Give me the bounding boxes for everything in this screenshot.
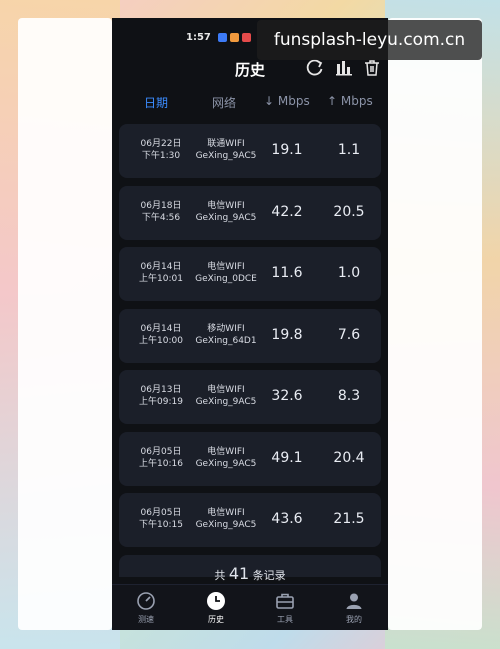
history-row[interactable]: 06月18日 下午4:56 电信WIFI GeXing_9AC5 42.2 20.5	[119, 185, 381, 240]
row-datetime: 06月14日 上午10:00	[131, 323, 191, 347]
tab-history[interactable]: 历史	[196, 591, 236, 625]
speedometer-icon	[136, 591, 156, 611]
row-date: 06月14日	[140, 323, 182, 334]
refresh-icon[interactable]	[305, 58, 325, 78]
row-upload: 1.0	[337, 265, 361, 281]
record-count-suffix: 条记录	[252, 569, 286, 582]
history-list: 06月22日 下午1:30 联通WIFI GeXing_9AC5 19.1 1.1 …	[119, 124, 381, 584]
row-datetime: 06月14日 上午10:01	[131, 261, 191, 285]
row-ssid: GeXing_9AC5	[195, 212, 257, 223]
row-network: 电信WIFI GeXing_9AC5	[191, 384, 261, 408]
row-upload: 7.6	[337, 326, 361, 343]
row-datetime: 06月18日 下午4:56	[131, 200, 191, 224]
record-count: 共 41 条记录	[112, 564, 388, 583]
nav-bar: 历史	[112, 56, 388, 84]
tab-label: 工具	[277, 615, 293, 624]
row-ssid: GeXing_0DCE	[195, 274, 257, 284]
record-count-number: 41	[228, 564, 250, 583]
history-row[interactable]: 06月05日 下午10:15 电信WIFI GeXing_9AC5 43.6 21.…	[119, 493, 381, 547]
row-ssid: GeXing_9AC5	[195, 151, 257, 161]
history-row[interactable]: 06月14日 上午10:01 电信WIFI GeXing_0DCE 11.6 1.0	[119, 247, 381, 301]
tab-label: 测速	[138, 615, 154, 624]
row-download: 42.2	[271, 203, 303, 220]
bar-chart-icon[interactable]	[334, 58, 354, 78]
row-time: 下午10:15	[139, 520, 183, 530]
row-time: 上午09:19	[139, 397, 183, 407]
row-upload: 1.1	[337, 142, 361, 158]
notification-icons	[218, 33, 251, 42]
row-ssid: GeXing_64D1	[195, 335, 257, 346]
row-isp: 移动WIFI	[207, 323, 245, 334]
row-ssid: GeXing_9AC5	[195, 520, 257, 530]
row-date: 06月05日	[140, 446, 182, 457]
row-datetime: 06月13日 上午09:19	[131, 384, 191, 408]
history-row[interactable]: 06月05日 上午10:16 电信WIFI GeXing_9AC5 49.1 20.…	[119, 431, 381, 486]
row-ssid: GeXing_9AC5	[195, 397, 257, 407]
bottom-tab-bar: 测速 历史 工具 我的	[112, 584, 388, 630]
user-icon	[344, 591, 364, 611]
app-notification-icon	[230, 33, 239, 42]
row-upload: 8.3	[337, 388, 361, 404]
row-upload: 20.5	[333, 203, 365, 220]
history-row[interactable]: 06月14日 上午10:00 移动WIFI GeXing_64D1 19.8 7.6	[119, 308, 381, 363]
app-notification-icon	[218, 33, 227, 42]
trash-icon[interactable]	[362, 58, 382, 78]
row-isp: 电信WIFI	[207, 262, 245, 272]
row-download: 43.6	[271, 511, 303, 527]
row-datetime: 06月22日 下午1:30	[131, 138, 191, 162]
phone-screen: 1:57 历史 日期 网络 ↓ Mbps ↑ Mbps 06月22日 下午1:30…	[112, 18, 388, 630]
column-download[interactable]: ↓ Mbps	[264, 94, 310, 108]
row-network: 电信WIFI GeXing_9AC5	[191, 446, 261, 470]
row-date: 06月18日	[140, 200, 182, 211]
row-time: 上午10:00	[139, 335, 183, 346]
history-row[interactable]: 06月13日 上午09:19 电信WIFI GeXing_9AC5 32.6 8.3	[119, 370, 381, 424]
row-download: 19.8	[271, 326, 303, 343]
row-isp: 电信WIFI	[207, 508, 245, 518]
row-network: 电信WIFI GeXing_9AC5	[191, 200, 261, 224]
toolbox-icon	[275, 591, 295, 611]
row-datetime: 06月05日 上午10:16	[131, 446, 191, 470]
row-network: 移动WIFI GeXing_64D1	[191, 323, 261, 347]
column-date[interactable]: 日期	[144, 94, 168, 111]
row-upload: 21.5	[333, 511, 365, 527]
row-date: 06月22日	[140, 139, 182, 149]
row-network: 联通WIFI GeXing_9AC5	[191, 138, 261, 162]
row-date: 06月14日	[140, 262, 182, 272]
row-network: 电信WIFI GeXing_9AC5	[191, 507, 261, 531]
row-datetime: 06月05日 下午10:15	[131, 507, 191, 531]
record-count-prefix: 共	[214, 569, 226, 582]
tab-tools[interactable]: 工具	[265, 591, 305, 625]
row-time: 上午10:01	[139, 274, 183, 284]
history-row[interactable]: 06月22日 下午1:30 联通WIFI GeXing_9AC5 19.1 1.1	[119, 124, 381, 178]
row-isp: 联通WIFI	[207, 139, 245, 149]
tab-mine[interactable]: 我的	[334, 591, 374, 625]
white-panel-right	[388, 18, 482, 630]
watermark: funsplash-leyu.com.cn	[257, 20, 482, 60]
column-headers: 日期 网络 ↓ Mbps ↑ Mbps	[112, 94, 388, 114]
row-download: 32.6	[271, 388, 303, 404]
tab-speedtest[interactable]: 测速	[126, 591, 166, 625]
row-ssid: GeXing_9AC5	[195, 458, 257, 469]
row-upload: 20.4	[333, 449, 365, 466]
row-network: 电信WIFI GeXing_0DCE	[191, 261, 261, 285]
row-isp: 电信WIFI	[207, 446, 245, 457]
status-time: 1:57	[186, 32, 211, 43]
clock-icon	[206, 591, 226, 611]
white-panel-left	[18, 18, 112, 630]
row-time: 下午1:30	[141, 151, 181, 161]
row-time: 下午4:56	[141, 212, 181, 223]
row-download: 19.1	[271, 142, 303, 158]
column-upload[interactable]: ↑ Mbps	[327, 94, 373, 108]
row-time: 上午10:16	[139, 458, 183, 469]
row-isp: 电信WIFI	[207, 385, 245, 395]
row-download: 11.6	[271, 265, 303, 281]
row-download: 49.1	[271, 449, 303, 466]
app-notification-icon	[242, 33, 251, 42]
row-date: 06月05日	[140, 508, 182, 518]
tab-label: 我的	[346, 615, 362, 624]
tab-label: 历史	[208, 615, 224, 624]
row-date: 06月13日	[140, 385, 182, 395]
column-network[interactable]: 网络	[212, 94, 236, 111]
row-isp: 电信WIFI	[207, 200, 245, 211]
